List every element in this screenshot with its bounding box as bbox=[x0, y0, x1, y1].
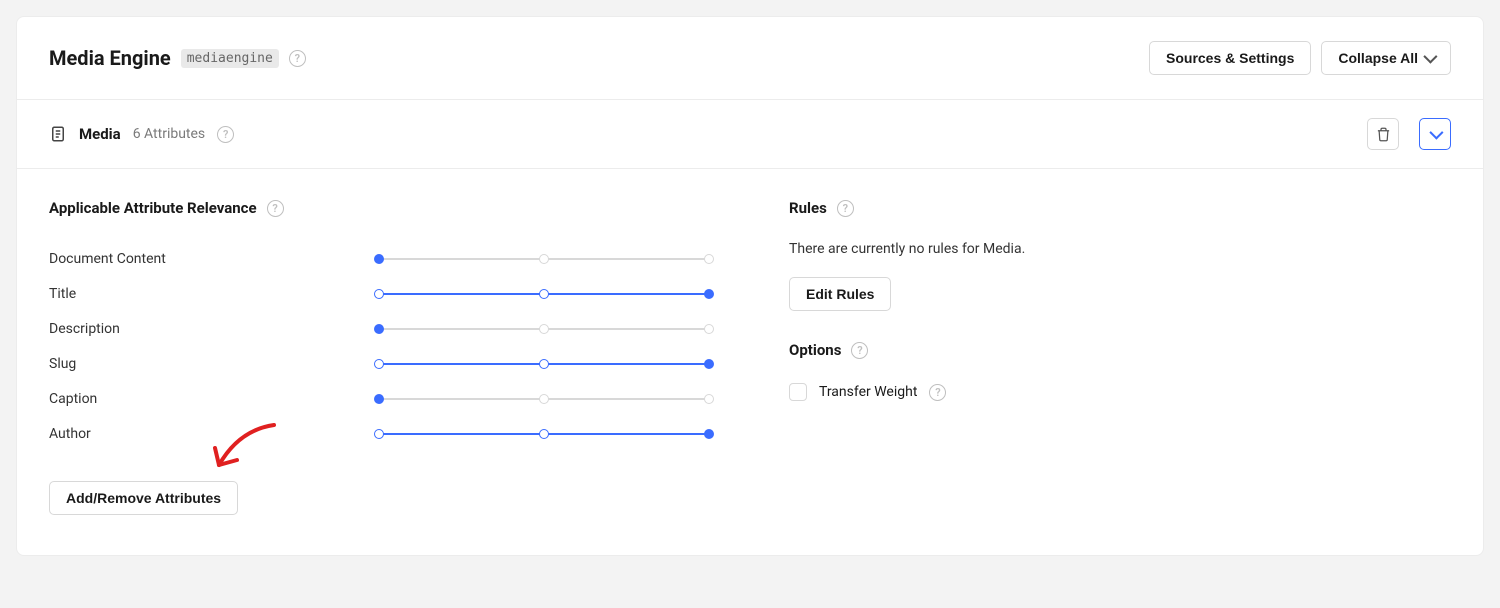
sources-settings-button[interactable]: Sources & Settings bbox=[1149, 41, 1311, 75]
engine-title: Media Engine bbox=[49, 46, 171, 70]
delete-section-button[interactable] bbox=[1367, 118, 1399, 150]
slider-stop bbox=[704, 289, 714, 299]
relevance-slider[interactable] bbox=[379, 359, 709, 369]
engine-panel: Media Engine mediaengine ? Sources & Set… bbox=[16, 16, 1484, 556]
relevance-slider[interactable] bbox=[379, 394, 709, 404]
slider-stop bbox=[539, 254, 549, 264]
rules-column: Rules ? There are currently no rules for… bbox=[789, 199, 1451, 515]
relevance-slider[interactable] bbox=[379, 289, 709, 299]
relevance-column: Applicable Attribute Relevance ? Documen… bbox=[49, 199, 709, 515]
chevron-down-icon bbox=[1423, 50, 1437, 64]
section-header: Media 6 Attributes ? bbox=[17, 100, 1483, 169]
help-icon[interactable]: ? bbox=[267, 200, 284, 217]
attribute-label: Caption bbox=[49, 391, 379, 407]
transfer-weight-row: Transfer Weight ? bbox=[789, 383, 1451, 401]
title-wrap: Media Engine mediaengine ? bbox=[49, 46, 306, 70]
help-icon[interactable]: ? bbox=[217, 126, 234, 143]
slider-stop bbox=[374, 429, 384, 439]
slider-stop bbox=[539, 394, 549, 404]
slider-stop bbox=[374, 394, 384, 404]
rules-heading: Rules ? bbox=[789, 199, 1451, 217]
attribute-label: Author bbox=[49, 426, 379, 442]
attribute-label: Title bbox=[49, 286, 379, 302]
slider-stop bbox=[704, 394, 714, 404]
rules-empty-text: There are currently no rules for Media. bbox=[789, 241, 1451, 257]
relevance-heading: Applicable Attribute Relevance ? bbox=[49, 199, 709, 217]
section-body: Applicable Attribute Relevance ? Documen… bbox=[17, 169, 1483, 555]
relevance-slider[interactable] bbox=[379, 429, 709, 439]
collapse-all-label: Collapse All bbox=[1338, 50, 1418, 66]
transfer-weight-label: Transfer Weight bbox=[819, 384, 917, 400]
section-meta: 6 Attributes bbox=[133, 126, 205, 142]
slider-stop bbox=[539, 359, 549, 369]
toggle-section-button[interactable] bbox=[1419, 118, 1451, 150]
attribute-row: Slug bbox=[49, 346, 709, 381]
slider-stop bbox=[704, 254, 714, 264]
slider-stop bbox=[374, 359, 384, 369]
help-icon[interactable]: ? bbox=[289, 50, 306, 67]
slider-stop bbox=[374, 289, 384, 299]
slider-stop bbox=[539, 289, 549, 299]
attribute-label: Document Content bbox=[49, 251, 379, 267]
header-actions: Sources & Settings Collapse All bbox=[1149, 41, 1451, 75]
attribute-row: Description bbox=[49, 311, 709, 346]
attribute-row: Title bbox=[49, 276, 709, 311]
collapse-all-button[interactable]: Collapse All bbox=[1321, 41, 1451, 75]
chevron-down-icon bbox=[1429, 126, 1443, 140]
help-icon[interactable]: ? bbox=[837, 200, 854, 217]
attribute-row: Caption bbox=[49, 381, 709, 416]
transfer-weight-checkbox[interactable] bbox=[789, 383, 807, 401]
edit-rules-button[interactable]: Edit Rules bbox=[789, 277, 891, 311]
slider-stop bbox=[539, 324, 549, 334]
help-icon[interactable]: ? bbox=[929, 384, 946, 401]
slider-stop bbox=[374, 254, 384, 264]
relevance-slider[interactable] bbox=[379, 254, 709, 264]
attribute-row: Document Content bbox=[49, 241, 709, 276]
options-heading: Options ? bbox=[789, 341, 1451, 359]
slider-stop bbox=[704, 429, 714, 439]
slider-stop bbox=[374, 324, 384, 334]
attribute-list: Document Content Title Description Slug Capt… bbox=[49, 241, 709, 451]
section-title: Media bbox=[79, 125, 121, 143]
document-icon bbox=[49, 125, 67, 143]
panel-header: Media Engine mediaengine ? Sources & Set… bbox=[17, 17, 1483, 100]
relevance-slider[interactable] bbox=[379, 324, 709, 334]
attribute-row: Author bbox=[49, 416, 709, 451]
options-block: Options ? Transfer Weight ? bbox=[789, 341, 1451, 401]
trash-icon bbox=[1376, 127, 1391, 142]
help-icon[interactable]: ? bbox=[851, 342, 868, 359]
slider-stop bbox=[539, 429, 549, 439]
slider-stop bbox=[704, 359, 714, 369]
add-remove-attributes-button[interactable]: Add/Remove Attributes bbox=[49, 481, 238, 515]
attribute-label: Slug bbox=[49, 356, 379, 372]
engine-slug: mediaengine bbox=[181, 49, 279, 68]
attribute-label: Description bbox=[49, 321, 379, 337]
slider-stop bbox=[704, 324, 714, 334]
